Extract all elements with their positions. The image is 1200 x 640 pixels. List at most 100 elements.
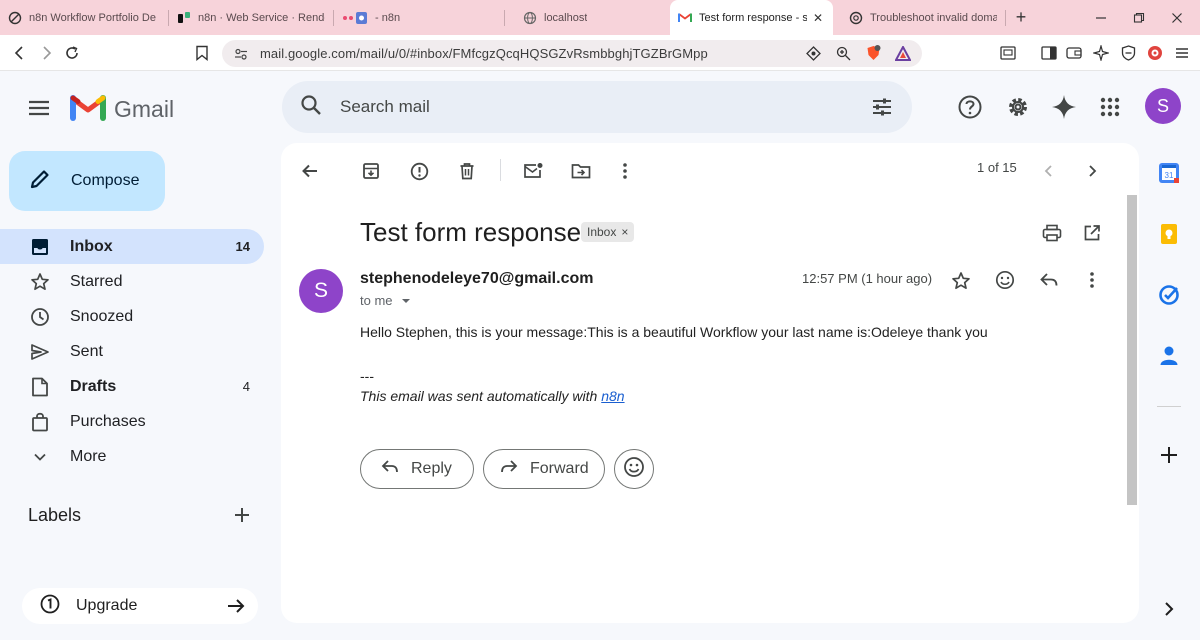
scrollbar-thumb[interactable] [1127, 195, 1137, 505]
browser-tab-n8n-portfolio[interactable]: n8n Workflow Portfolio De [0, 0, 168, 35]
close-window-icon[interactable] [1154, 0, 1200, 35]
browser-tab-gmail-active[interactable]: Test form response - s ✕ [670, 0, 833, 35]
sender-avatar[interactable]: S [299, 269, 343, 313]
draft-count: 4 [242, 379, 250, 394]
delete-icon[interactable] [453, 157, 481, 185]
more-options-icon[interactable] [611, 157, 639, 185]
help-icon[interactable] [956, 93, 984, 121]
search-icon[interactable] [300, 94, 322, 121]
zoom-icon[interactable] [834, 44, 852, 62]
sidebar-toggle-icon[interactable] [1037, 41, 1061, 65]
smiley-icon [623, 456, 645, 483]
wallet-icon[interactable] [1062, 41, 1086, 65]
reading-mode-icon[interactable] [996, 41, 1020, 65]
add-label-icon[interactable] [232, 505, 252, 530]
brave-rewards-icon[interactable] [894, 44, 912, 62]
recipients-text: to me [360, 293, 393, 308]
search-bar[interactable]: Search mail [282, 81, 912, 133]
nav-item-starred[interactable]: Starred [0, 264, 264, 299]
gmail-header: Gmail Search mail S [0, 71, 1200, 143]
search-options-icon[interactable] [870, 95, 894, 124]
pencil-icon [29, 168, 51, 195]
new-tab-button[interactable]: + [1006, 0, 1036, 35]
extension-icon[interactable] [1143, 41, 1167, 65]
tasks-icon[interactable] [1157, 283, 1181, 307]
browser-tab-localhost[interactable]: localhost [505, 0, 670, 35]
close-tab-icon[interactable]: ✕ [813, 11, 823, 25]
contacts-icon[interactable] [1157, 344, 1181, 368]
inbox-label-chip[interactable]: Inbox × [581, 222, 635, 242]
mark-unread-icon[interactable] [519, 157, 547, 185]
move-to-icon[interactable] [567, 157, 595, 185]
report-spam-icon[interactable] [405, 157, 433, 185]
main-menu-icon[interactable] [26, 95, 52, 121]
recipients-toggle[interactable]: to me [360, 293, 411, 308]
side-panel: 31 [1143, 143, 1200, 640]
emoji-reaction-button[interactable] [614, 449, 654, 489]
nav-label: Inbox [70, 237, 113, 255]
leo-ai-icon[interactable] [1089, 41, 1113, 65]
reload-icon[interactable] [60, 41, 84, 65]
vpn-shield-icon[interactable] [1116, 41, 1140, 65]
add-addon-icon[interactable] [1157, 443, 1181, 467]
shopping-bag-icon [30, 412, 50, 432]
star-email-icon[interactable] [947, 267, 975, 295]
send-icon [30, 342, 50, 362]
browser-tab-n8n-local[interactable]: - n8n [334, 0, 504, 35]
reply-button[interactable]: Reply [360, 449, 474, 489]
gmail-logo[interactable]: Gmail [70, 93, 174, 126]
back-icon[interactable] [8, 41, 32, 65]
gemini-sparkle-icon[interactable] [1050, 93, 1078, 121]
older-chevron-right-icon[interactable] [1078, 157, 1106, 185]
forward-label: Forward [530, 460, 589, 477]
newer-chevron-left-icon[interactable] [1035, 157, 1063, 185]
account-avatar[interactable]: S [1145, 88, 1181, 124]
nav-item-snoozed[interactable]: Snoozed [0, 299, 264, 334]
search-placeholder: Search mail [340, 97, 430, 116]
upgrade-button[interactable]: Upgrade [22, 588, 258, 624]
browser-menu-icon[interactable] [1170, 41, 1194, 65]
unread-count: 14 [235, 239, 250, 254]
add-reaction-icon[interactable] [991, 266, 1019, 294]
brave-shields-icon[interactable] [864, 44, 882, 62]
reply-label: Reply [411, 460, 452, 477]
settings-gear-icon[interactable] [1004, 93, 1032, 121]
archive-icon[interactable] [357, 157, 385, 185]
nav-item-more[interactable]: More [0, 439, 264, 474]
nav-label: Drafts [70, 377, 117, 395]
keep-icon[interactable] [1157, 222, 1181, 246]
back-to-inbox-icon[interactable] [296, 157, 324, 185]
reply-icon[interactable] [1035, 266, 1063, 294]
reply-arrow-icon [381, 459, 399, 480]
browser-tab-troubleshoot[interactable]: Troubleshoot invalid doma [833, 0, 1005, 35]
calendar-icon[interactable]: 31 [1157, 161, 1181, 185]
message-more-icon[interactable] [1078, 266, 1106, 294]
sender-email[interactable]: stephenodeleye70@gmail.com [360, 270, 593, 288]
tab-title: n8n · Web Service · Rende [198, 11, 325, 24]
open-new-window-icon[interactable] [1078, 219, 1106, 247]
print-icon[interactable] [1038, 219, 1066, 247]
browser-tab-render[interactable]: n8n · Web Service · Rende [169, 0, 333, 35]
apps-grid-icon[interactable] [1096, 93, 1124, 121]
install-app-icon[interactable] [804, 44, 822, 62]
nav-item-purchases[interactable]: Purchases [0, 404, 264, 439]
nav-item-sent[interactable]: Sent [0, 334, 264, 369]
mail-nav: Inbox 14 Starred Snoozed Sent Drafts 4 P… [0, 229, 264, 474]
gmail-icon [678, 11, 692, 25]
nav-item-inbox[interactable]: Inbox 14 [0, 229, 264, 264]
signature-separator: --- [360, 368, 374, 384]
upgrade-label: Upgrade [76, 597, 138, 614]
tab-title: Test form response - s [699, 11, 807, 24]
draft-icon [30, 377, 50, 397]
nav-item-drafts[interactable]: Drafts 4 [0, 369, 264, 404]
n8n-link[interactable]: n8n [601, 388, 624, 404]
site-settings-icon[interactable] [232, 45, 250, 63]
n8n-icon [8, 11, 22, 25]
expand-panel-chevron-icon[interactable] [1157, 597, 1181, 621]
remove-label-icon[interactable]: × [621, 225, 628, 239]
address-bar[interactable]: mail.google.com/mail/u/0/#inbox/FMfcgzQc… [222, 40, 922, 67]
forward-button[interactable]: Forward [483, 449, 605, 489]
forward-icon[interactable] [34, 41, 58, 65]
compose-button[interactable]: Compose [9, 151, 165, 211]
bookmark-icon[interactable] [190, 41, 214, 65]
